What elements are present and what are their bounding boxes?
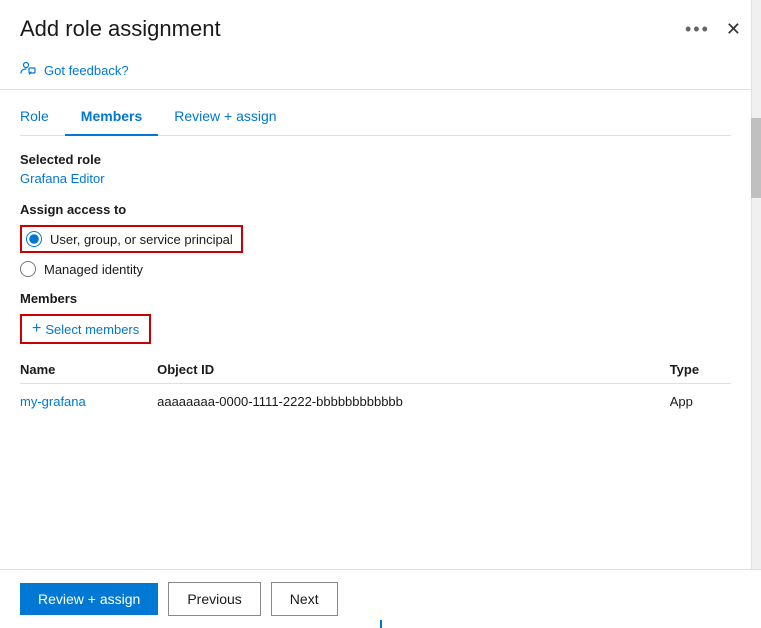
radio-managed-identity[interactable]: Managed identity (20, 261, 731, 277)
previous-button[interactable]: Previous (168, 582, 260, 616)
col-name: Name (20, 356, 157, 384)
add-role-assignment-dialog: Add role assignment ••• ✕ Got feedback? … (0, 0, 761, 628)
close-icon[interactable]: ✕ (726, 20, 741, 38)
next-button[interactable]: Next (271, 582, 338, 616)
member-name: my-grafana (20, 384, 157, 420)
tab-role[interactable]: Role (20, 100, 65, 136)
members-section: Members + Select members Name Object ID … (20, 291, 731, 419)
member-type: App (670, 384, 731, 420)
more-options-icon[interactable]: ••• (685, 19, 710, 40)
scrollbar-track[interactable] (751, 0, 761, 628)
scrollbar-thumb[interactable] (751, 118, 761, 198)
radio-user-group[interactable]: User, group, or service principal (20, 225, 731, 253)
feedback-label[interactable]: Got feedback? (44, 63, 129, 78)
assign-access-label: Assign access to (20, 202, 731, 217)
assign-access-section: Assign access to User, group, or service… (20, 202, 731, 277)
select-members-button[interactable]: + Select members (20, 314, 151, 344)
radio-user-group-label: User, group, or service principal (50, 232, 233, 247)
dialog-title: Add role assignment (20, 16, 221, 42)
dialog-header: Add role assignment ••• ✕ (0, 0, 761, 52)
assign-access-options: User, group, or service principal Manage… (20, 225, 731, 277)
select-members-label: Select members (45, 322, 139, 337)
tab-members[interactable]: Members (65, 100, 158, 136)
selected-role-value: Grafana Editor (20, 171, 731, 186)
col-object-id: Object ID (157, 356, 670, 384)
radio-managed-identity-input[interactable] (20, 261, 36, 277)
members-table: Name Object ID Type my-grafana aaaaaaaa-… (20, 356, 731, 419)
table-row: my-grafana aaaaaaaa-0000-1111-2222-bbbbb… (20, 384, 731, 420)
footer-indicator (380, 620, 382, 628)
radio-user-group-input[interactable] (26, 231, 42, 247)
feedback-icon (20, 60, 36, 81)
review-assign-button[interactable]: Review + assign (20, 583, 158, 615)
tab-review[interactable]: Review + assign (158, 100, 292, 136)
feedback-bar: Got feedback? (0, 52, 761, 90)
members-label: Members (20, 291, 731, 306)
content-area: Role Members Review + assign Selected ro… (0, 90, 751, 569)
selected-role-label: Selected role (20, 152, 731, 167)
tabs: Role Members Review + assign (20, 90, 731, 136)
selected-role-section: Selected role Grafana Editor (20, 152, 731, 186)
col-type: Type (670, 356, 731, 384)
header-actions: ••• ✕ (685, 19, 741, 40)
footer: Review + assign Previous Next (0, 569, 761, 628)
plus-icon: + (32, 320, 41, 338)
member-object-id: aaaaaaaa-0000-1111-2222-bbbbbbbbbbbb (157, 384, 670, 420)
radio-managed-identity-label: Managed identity (44, 262, 143, 277)
